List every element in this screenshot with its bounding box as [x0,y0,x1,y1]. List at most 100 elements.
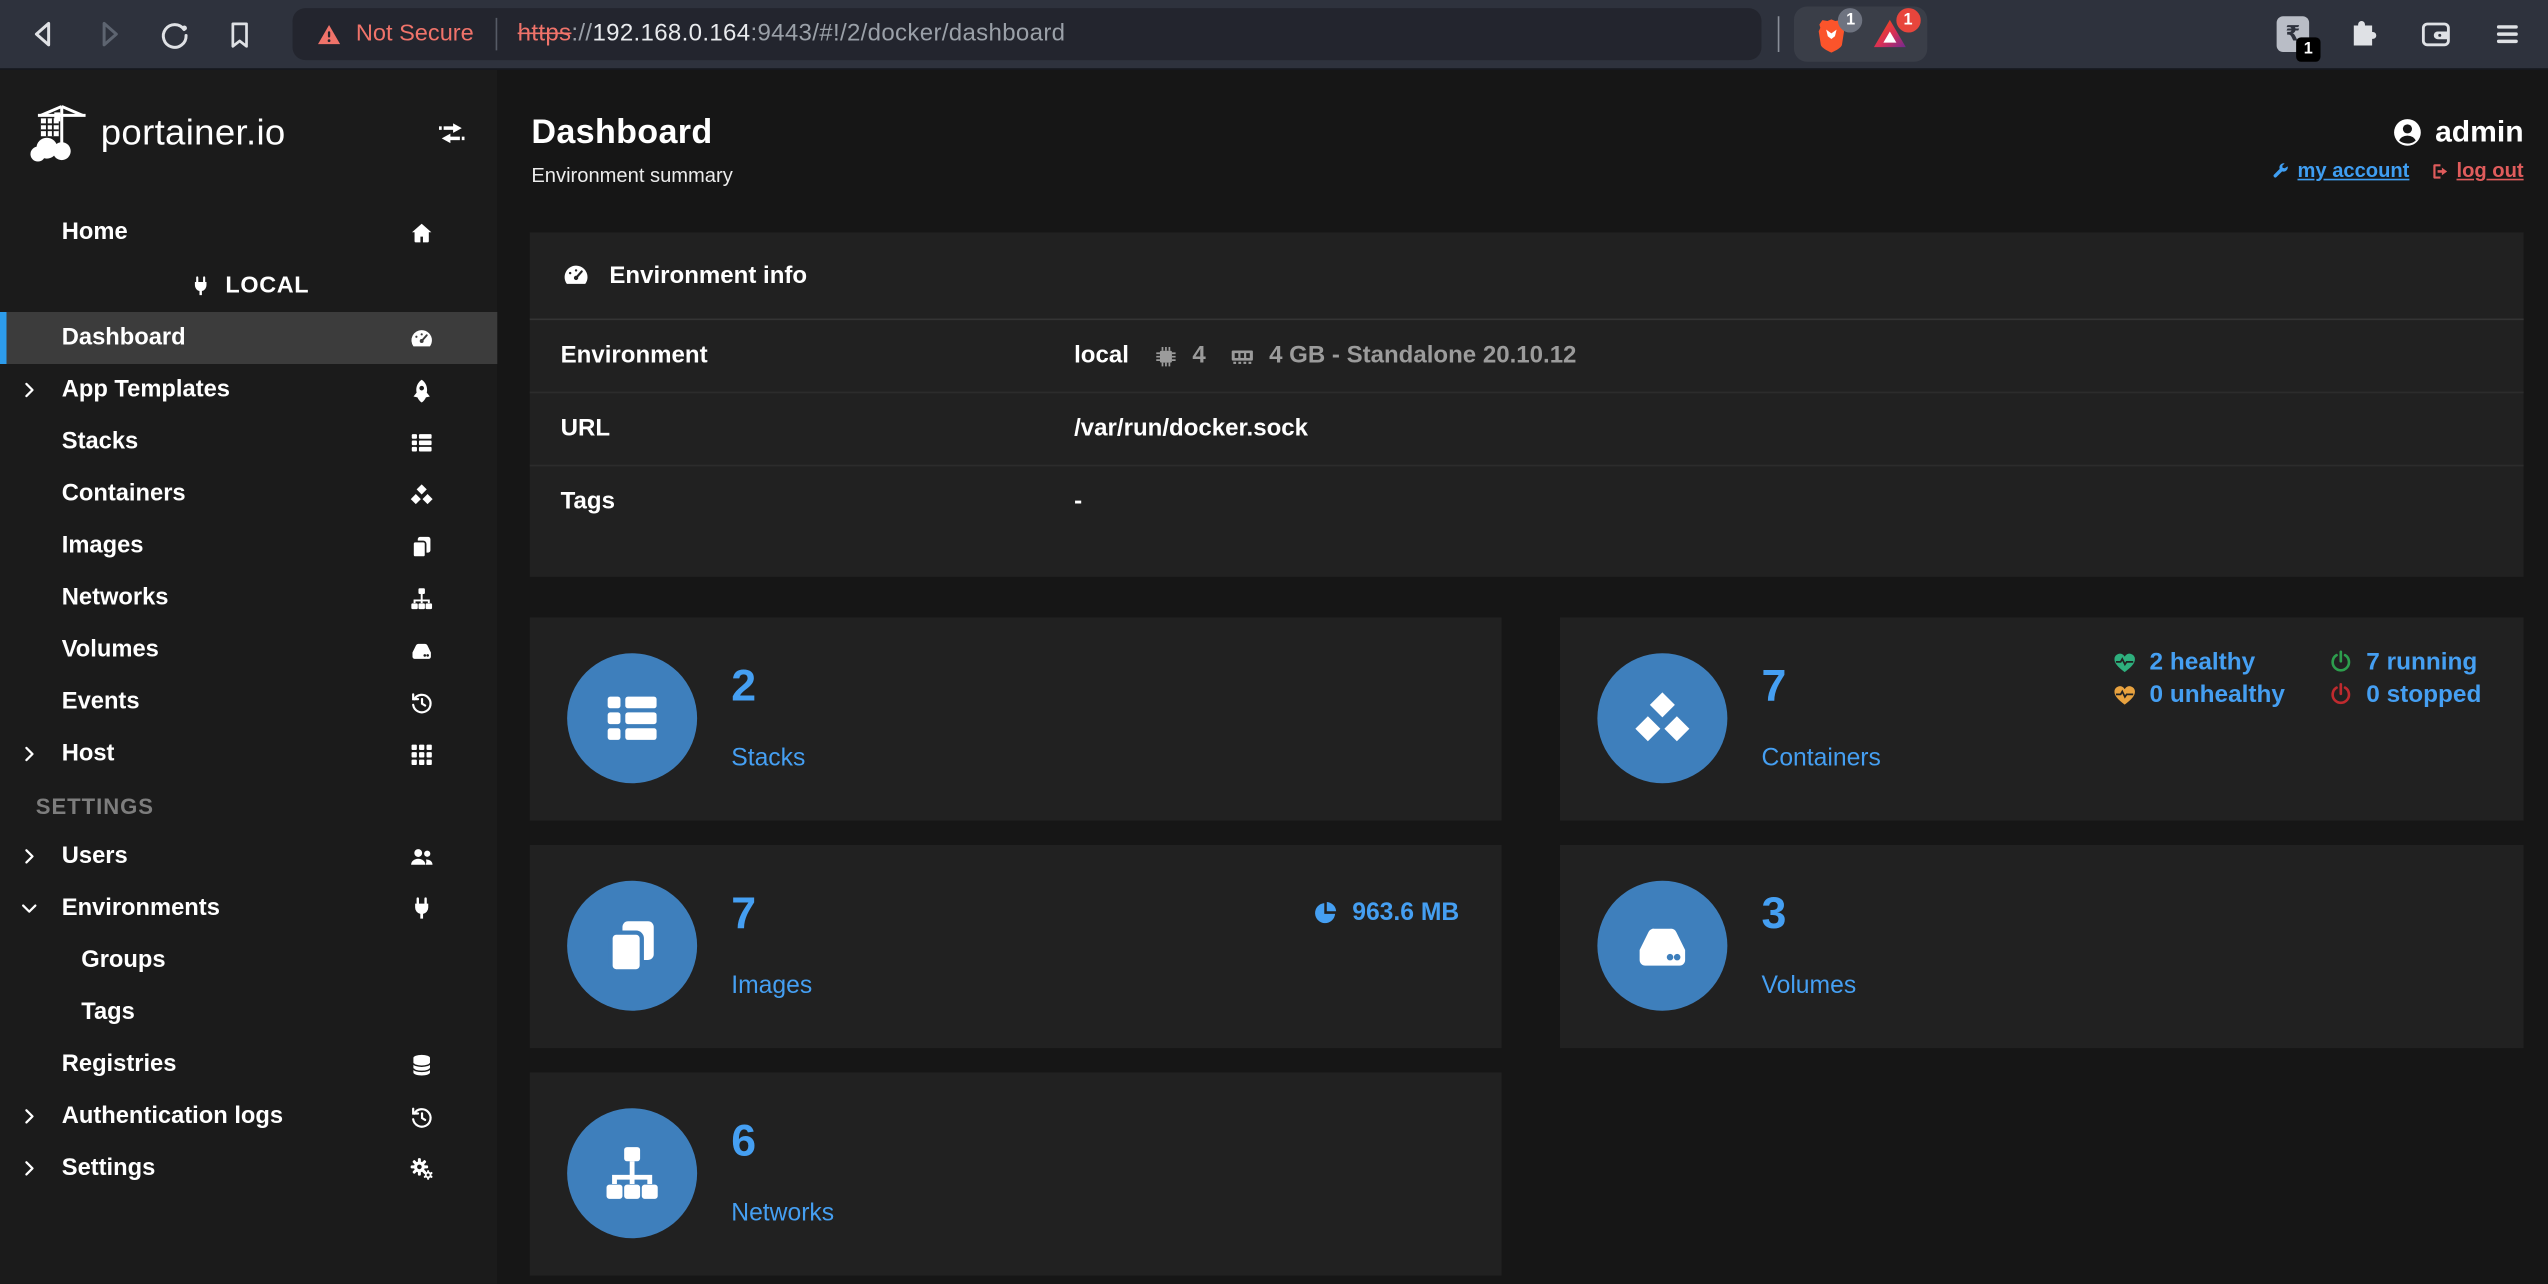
sidebar-item-home[interactable]: Home [0,208,497,257]
browser-menu-icon[interactable] [2490,16,2526,52]
sidebar-item-registries[interactable]: Registries [0,1038,497,1090]
url-bar[interactable]: Not Secure https://192.168.0.164:9443/#!… [292,8,1762,61]
stat-cards-grid: 2 Stacks 7 Containers 2 healthy 7 runnin… [529,617,2524,1276]
settings-section-header: SETTINGS [35,794,155,819]
panel-title: Environment info [609,262,808,289]
url-divider [494,17,497,51]
sidebar-item-environments[interactable]: Environments [0,882,497,934]
url-value: /var/run/docker.sock [1074,416,1309,442]
tags-value: - [1074,489,1083,516]
unhealthy-text: 0 unhealthy [2149,680,2286,709]
portainer-logo-text: portainer.io [100,112,286,153]
environment-name: LOCAL [225,273,310,299]
environment-info-header: Environment info [529,232,2524,321]
sidebar-label: App Templates [61,377,230,403]
sidebar-label: Groups [81,947,166,974]
users-icon [408,843,436,871]
stat-card-stacks[interactable]: 2 Stacks [529,617,1502,821]
sidebar: portainer.io Home LOCAL Dashboard App Te… [0,69,498,1284]
sidebar-label: Authentication logs [61,1103,284,1130]
sidebar-item-users[interactable]: Users [0,830,497,882]
list-icon [408,428,436,456]
environment-label: Environment [560,342,708,369]
stacks-count: 2 [731,659,757,711]
username: admin [2435,113,2524,148]
bookmark-icon[interactable] [221,16,257,52]
brave-shield-button[interactable]: 1 [1812,8,1863,54]
toolbar-right-icons: 1 [2275,15,2548,62]
sidebar-item-containers[interactable]: Containers [0,468,497,520]
volumes-circle [1597,880,1728,1011]
sidebar-item-dashboard[interactable]: Dashboard [0,312,498,364]
sidebar-item-images[interactable]: Images [0,520,497,572]
sidebar-item-settings[interactable]: Settings [0,1142,497,1194]
gears-icon [408,1155,436,1183]
chevron-right-icon [20,1107,40,1127]
cpu-count: 4 [1192,342,1206,369]
heartbeat-icon [2111,681,2139,709]
sidebar-label: Registries [61,1051,177,1078]
extensions-puzzle-icon[interactable] [2347,16,2383,52]
log-out-label: log out [2456,159,2524,182]
stat-card-containers[interactable]: 7 Containers 2 healthy 7 running 0 unhea… [1560,617,2524,821]
sidebar-label: Host [61,741,115,767]
stat-card-images[interactable]: 7 Images 963.6 MB [529,845,1502,1049]
page-title: Dashboard [531,113,713,152]
toolbar-divider [1777,16,1780,52]
account-links: my account log out [2270,159,2524,182]
brave-rewards-group: 1 1 [1794,6,1928,62]
sidebar-home-label: Home [61,219,128,246]
networks-info: 6 Networks [731,1073,834,1276]
sidebar-item-stacks[interactable]: Stacks [0,416,497,468]
browser-back-button[interactable] [26,16,62,52]
browser-toolbar: Not Secure https://192.168.0.164:9443/#!… [0,0,2548,70]
stacks-circle [567,653,698,784]
containers-label: Containers [1761,744,1881,772]
sidebar-item-groups[interactable]: Groups [0,934,497,986]
chevron-down-icon [20,899,40,919]
log-out-link[interactable]: log out [2429,159,2524,182]
my-account-link[interactable]: my account [2270,159,2409,182]
wallet-icon[interactable] [2418,16,2454,52]
gauge-icon [408,324,436,352]
sidebar-item-networks[interactable]: Networks [0,572,497,624]
stopped-text: 0 stopped [2366,680,2482,709]
images-size: 963.6 MB [1312,845,1502,1048]
cubes-icon [408,480,436,508]
environment-value: local 4 4 GB - Standalone 20.10.12 [1074,342,1576,370]
stat-card-networks[interactable]: 6 Networks [529,1072,1502,1276]
chevron-right-icon [20,847,40,867]
brave-rewards-button[interactable]: 1 [1870,8,1921,54]
images-circle [567,880,698,1011]
sidebar-collapse-icon[interactable] [436,117,469,150]
sidebar-item-volumes[interactable]: Volumes [0,624,497,676]
url-text[interactable]: https://192.168.0.164:9443/#!/2/docker/d… [518,21,1066,47]
sidebar-label: Dashboard [61,325,186,351]
list-icon [598,684,666,752]
sidebar-item-host[interactable]: Host [0,728,497,780]
sidebar-item-app-templates[interactable]: App Templates [0,364,497,416]
portainer-logo-icon [30,105,86,162]
sidebar-logo-row: portainer.io [0,70,497,192]
panel-footer [530,538,2524,577]
container-statuses: 2 healthy 7 running 0 unhealthy 0 stoppe… [2111,618,2524,821]
chevron-right-icon [20,1159,40,1179]
healthy-status: 2 healthy [2111,648,2285,676]
browser-forward-button[interactable] [91,16,127,52]
wrench-icon [2270,160,2291,181]
rupee-extension-button[interactable]: 1 [2275,15,2321,62]
database-icon [408,1051,436,1079]
stat-card-volumes[interactable]: 3 Volumes [1560,845,2524,1049]
browser-reload-button[interactable] [156,16,192,52]
dashboard-content: Environment info Environment local 4 4 G… [497,232,2548,1276]
microchip-icon [1152,342,1180,370]
screen: Not Secure https://192.168.0.164:9443/#!… [0,0,2548,1284]
memory-icon [1228,342,1256,370]
containers-circle [1597,653,1728,784]
sidebar-item-tags[interactable]: Tags [0,986,497,1038]
sidebar-item-events[interactable]: Events [0,676,497,728]
sidebar-label: Stacks [61,429,139,455]
url-row: URL /var/run/docker.sock [529,391,2524,465]
sidebar-item-authentication-logs[interactable]: Authentication logs [0,1090,497,1142]
rewards-badge: 1 [1895,8,1921,33]
